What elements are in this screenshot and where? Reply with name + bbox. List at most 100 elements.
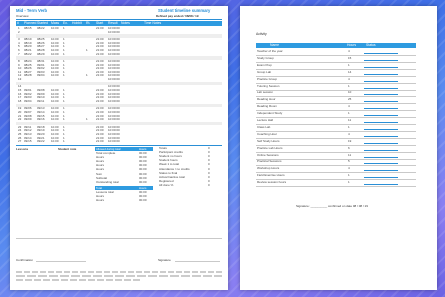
col-header: Notes — [121, 21, 130, 25]
status-line — [364, 170, 398, 172]
status-line — [364, 59, 398, 61]
table-cell: 1 — [63, 139, 65, 144]
activity-hours: 19 — [348, 138, 352, 143]
signature-label: Signature — [158, 258, 171, 262]
activity-name: Practical Sessions — [257, 159, 282, 164]
table-row: Workshop Hours 4 — [256, 166, 416, 174]
activity-name: Workshop Hours — [257, 166, 280, 171]
activity-name: Reading Hour — [257, 97, 276, 102]
status-line — [364, 163, 398, 165]
page2-title: Activity — [256, 32, 267, 36]
row-divider — [256, 75, 416, 77]
activity-name: Coaching Hour — [257, 131, 278, 136]
summary-label: Outstanding total — [96, 179, 119, 184]
page-title: Mid - Term Verb — [16, 8, 48, 13]
activity-hours: 6 — [348, 145, 350, 150]
right-title: Student timeline summary — [158, 8, 211, 13]
row-divider — [256, 124, 416, 125]
activity-name: Study Group — [257, 55, 274, 60]
activity-name: Reading Room — [257, 104, 278, 109]
summary-value: 00.00 — [139, 198, 147, 203]
activity-hours: 4 — [348, 104, 350, 109]
summary-value: 00.00 — [139, 179, 147, 184]
col-header: Hours — [347, 43, 357, 47]
col-header: Rt. — [86, 21, 91, 25]
activity-name: Independent Study — [257, 111, 283, 116]
activity-hours: 1 — [348, 180, 350, 185]
table-cell: 09/22 — [37, 139, 45, 144]
row-divider — [256, 89, 416, 91]
status-line — [364, 184, 398, 186]
table-cell: 27 — [18, 139, 22, 144]
summary-label: All done % — [159, 182, 174, 187]
status-line — [364, 80, 398, 82]
row-divider — [256, 130, 416, 132]
table-row: Tutoring Session 1 — [256, 83, 416, 91]
row-divider — [256, 61, 416, 63]
table-cell: 21:00 — [96, 139, 104, 144]
table-row: Online Sessions 11 — [256, 153, 416, 160]
row-divider — [256, 55, 416, 56]
activity-hours: 1 — [348, 83, 350, 88]
col-header: Time Notes — [144, 21, 162, 25]
status-line — [364, 142, 398, 144]
signature-line — [175, 261, 220, 262]
activity-hours: 10 — [348, 90, 352, 95]
status-line — [364, 53, 398, 54]
table-row: Practical Sessions 5 — [256, 159, 416, 167]
activity-hours: 4 — [348, 166, 350, 171]
summary-value: 0 — [208, 182, 210, 187]
summary-lessons-label: Lessons — [16, 147, 29, 151]
activity-name: Lecture Hall — [257, 118, 274, 122]
page-subtitle: Overview — [16, 14, 29, 18]
confirmation-line — [36, 261, 86, 262]
activity-hours: 4 — [348, 131, 350, 136]
row-divider — [256, 117, 416, 119]
right-subtitle: Defined pay ended / 08/08 / 19 — [156, 14, 199, 18]
activity-name: Tutoring Session — [257, 83, 280, 88]
row-divider — [256, 137, 416, 139]
table-row: Reading Hour 25 — [256, 97, 416, 105]
document-page-1[interactable]: Mid - Term Verb Overview Student timelin… — [10, 6, 228, 290]
summary-row: Outstanding total 00.00 — [95, 179, 153, 185]
row-divider — [256, 165, 416, 167]
status-line — [364, 115, 398, 117]
activity-hours: 1 — [348, 62, 350, 67]
table-row: Independent Study 1 — [256, 111, 416, 119]
activity-name: Practice Group — [257, 76, 278, 81]
status-line — [364, 149, 398, 151]
table-row: Teacher of the year 4 — [256, 49, 416, 56]
status-line — [364, 108, 398, 110]
fine-print — [16, 269, 222, 285]
status-line — [364, 156, 398, 158]
activity-name: Review session hours — [257, 180, 287, 185]
header-rule — [16, 19, 222, 20]
activity-hours: 5 — [348, 159, 350, 164]
table-cell: 10:00:00 — [108, 139, 120, 144]
status-line — [364, 177, 398, 179]
row-divider — [256, 103, 416, 105]
summary-label: Hours — [96, 198, 105, 203]
row-divider — [256, 96, 416, 98]
summary-rule — [16, 145, 222, 146]
activity-hours: 11 — [348, 118, 352, 122]
document-page-2[interactable]: Activity Name Hours Status Teacher of th… — [240, 6, 437, 290]
activity-hours: 4 — [348, 49, 350, 53]
activity-hours: 14 — [348, 69, 352, 74]
page2-table-header: Name Hours Status — [256, 43, 416, 48]
row-divider — [256, 68, 416, 70]
table-row: Review session hours 1 — [256, 180, 416, 188]
activity-hours: 15 — [348, 55, 352, 60]
col-header: Name — [270, 43, 280, 47]
table-row: Exam Prep 1 — [256, 62, 416, 70]
table-row: Practice Group 4 — [256, 76, 416, 84]
divider — [16, 238, 222, 239]
status-line — [364, 101, 398, 103]
activity-name: Exam Prep — [257, 62, 272, 67]
table-row: Study Group 15 — [256, 55, 416, 63]
activity-hours: 1 — [348, 124, 350, 129]
table-row: Lecture Hall 11 — [256, 118, 416, 125]
activity-hours: 1 — [348, 173, 350, 178]
page2-footer: Signature: __________ confirmed on date … — [296, 204, 368, 208]
table-row: Field Exercise Hours 1 — [256, 173, 416, 181]
